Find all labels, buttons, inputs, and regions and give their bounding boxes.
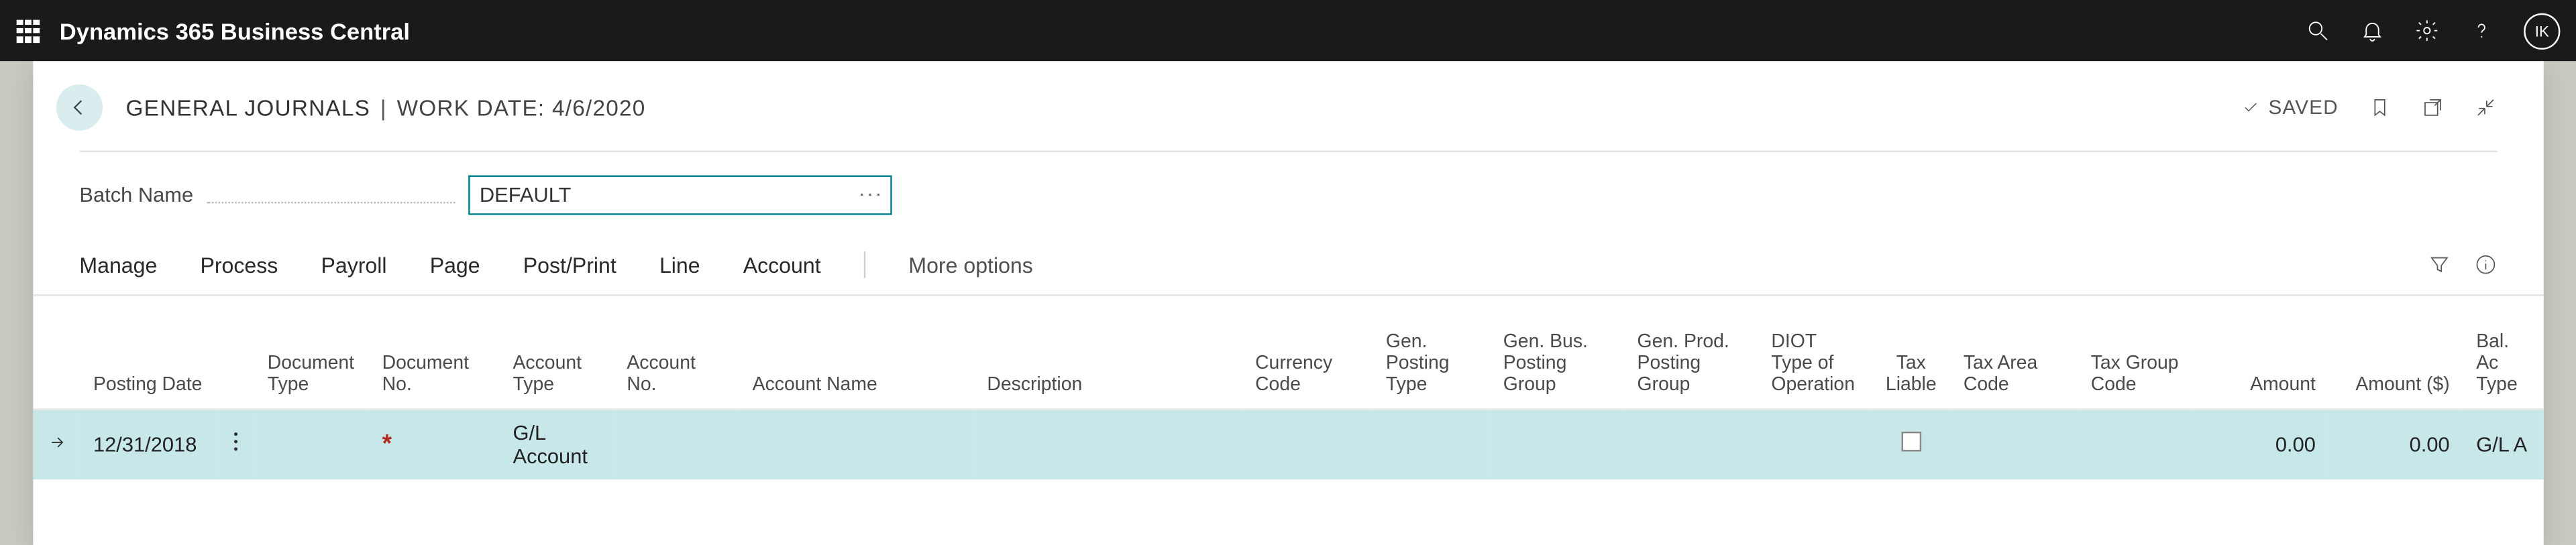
cell-account-no[interactable]	[614, 410, 739, 479]
back-button[interactable]	[56, 84, 103, 131]
info-icon[interactable]	[2474, 253, 2498, 276]
cmd-postprint[interactable]: Post/Print	[523, 252, 616, 277]
cell-amount[interactable]: 0.00	[2195, 410, 2329, 479]
breadcrumb-main: General Journals	[125, 95, 370, 120]
search-icon[interactable]	[2306, 18, 2330, 43]
cell-posting-date[interactable]: 12/31/2018	[80, 410, 217, 479]
page-card: General Journals | Work Date: 4/6/2020 S…	[33, 61, 2543, 545]
col-gen-posting-type[interactable]: Gen. Posting Type	[1373, 326, 1490, 410]
cell-amount-usd[interactable]: 0.00	[2329, 410, 2463, 479]
col-account-type[interactable]: Account Type	[500, 326, 614, 410]
check-icon	[2241, 99, 2261, 116]
grid-header-row: Posting Date Document Type Document No. …	[33, 326, 2543, 410]
col-diot-type[interactable]: DIOT Type of Operation	[1758, 326, 1872, 410]
col-bal-account-type[interactable]: Bal. Ac Type	[2463, 326, 2543, 410]
command-bar: Manage Process Payroll Page Post/Print L…	[33, 238, 2543, 296]
notification-bell-icon[interactable]	[2360, 18, 2385, 43]
required-asterisk-icon: *	[382, 430, 392, 459]
batch-input-wrap: ···	[468, 176, 892, 215]
col-currency-code[interactable]: Currency Code	[1242, 326, 1373, 410]
page-shell: General Journals | Work Date: 4/6/2020 S…	[0, 61, 2576, 545]
app-launcher-icon[interactable]	[17, 19, 40, 42]
saved-indicator: Saved	[2241, 96, 2339, 119]
col-row-indicator	[33, 326, 80, 410]
col-amount-usd[interactable]: Amount ($)	[2329, 326, 2463, 410]
collapse-icon[interactable]	[2474, 96, 2498, 119]
cell-gen-bus-posting-group[interactable]	[1490, 410, 1624, 479]
cell-document-type[interactable]	[254, 410, 369, 479]
product-title: Dynamics 365 Business Central	[60, 17, 410, 44]
cmd-account[interactable]: Account	[743, 252, 821, 277]
col-gen-prod-posting-group[interactable]: Gen. Prod. Posting Group	[1624, 326, 1758, 410]
kebab-icon	[233, 432, 238, 452]
batch-name-input[interactable]	[468, 176, 892, 215]
col-account-no[interactable]: Account No.	[614, 326, 739, 410]
col-tax-group-code[interactable]: Tax Group Code	[2078, 326, 2195, 410]
workdate-label-text: Work Date:	[397, 95, 545, 120]
filter-icon[interactable]	[2428, 253, 2451, 276]
page-header: General Journals | Work Date: 4/6/2020 S…	[33, 61, 2543, 150]
topbar-right: IK	[2306, 13, 2561, 49]
cmd-manage[interactable]: Manage	[79, 252, 157, 277]
command-bar-right	[2428, 253, 2498, 276]
row-actions-button[interactable]	[217, 410, 254, 479]
batch-dots	[207, 202, 455, 203]
batch-lookup-button[interactable]: ···	[859, 182, 883, 205]
arrow-left-icon	[68, 96, 91, 119]
col-gen-bus-posting-group[interactable]: Gen. Bus. Posting Group	[1490, 326, 1624, 410]
command-bar-left: Manage Process Payroll Page Post/Print L…	[79, 251, 1032, 278]
col-amount[interactable]: Amount	[2195, 326, 2329, 410]
cmd-process[interactable]: Process	[200, 252, 278, 277]
table-row[interactable]: 12/31/2018 * G/L Account	[33, 410, 2543, 479]
settings-gear-icon[interactable]	[2414, 18, 2439, 43]
user-avatar[interactable]: IK	[2524, 13, 2560, 49]
cmd-payroll[interactable]: Payroll	[321, 252, 386, 277]
col-posting-date[interactable]: Posting Date	[80, 326, 217, 410]
help-icon[interactable]	[2469, 18, 2494, 43]
workdate-value: 4/6/2020	[552, 95, 646, 120]
workdate-label: Work Date: 4/6/2020	[397, 95, 646, 120]
arrow-right-icon	[48, 433, 66, 451]
tax-liable-checkbox[interactable]	[1901, 432, 1921, 452]
breadcrumb: General Journals | Work Date: 4/6/2020	[125, 95, 645, 120]
journal-grid: Posting Date Document Type Document No. …	[33, 326, 2543, 479]
col-description[interactable]: Description	[974, 326, 1242, 410]
batch-name-label: Batch Name	[79, 184, 193, 207]
breadcrumb-sep: |	[380, 95, 387, 120]
cell-description[interactable]	[974, 410, 1242, 479]
cell-bal-account-type[interactable]: G/L A	[2463, 410, 2543, 479]
topbar-left: Dynamics 365 Business Central	[17, 17, 410, 44]
col-document-type[interactable]: Document Type	[254, 326, 369, 410]
cell-tax-group-code[interactable]	[2078, 410, 2195, 479]
page-header-right: Saved	[2241, 96, 2498, 119]
col-tax-liable[interactable]: Tax Liable	[1872, 326, 1950, 410]
cell-currency-code[interactable]	[1242, 410, 1373, 479]
col-document-no[interactable]: Document No.	[369, 326, 500, 410]
command-divider	[864, 251, 865, 278]
cmd-line[interactable]: Line	[659, 252, 700, 277]
col-account-name[interactable]: Account Name	[739, 326, 974, 410]
cell-account-name[interactable]	[739, 410, 974, 479]
row-current-indicator	[33, 410, 80, 479]
page-header-left: General Journals | Work Date: 4/6/2020	[56, 84, 646, 131]
cell-gen-posting-type[interactable]	[1373, 410, 1490, 479]
col-tax-area-code[interactable]: Tax Area Code	[1950, 326, 2078, 410]
cell-gen-prod-posting-group[interactable]	[1624, 410, 1758, 479]
cmd-page[interactable]: Page	[430, 252, 480, 277]
cmd-more-options[interactable]: More options	[908, 252, 1032, 277]
app-topbar: Dynamics 365 Business Central IK	[0, 0, 2576, 61]
cell-account-type[interactable]: G/L Account	[500, 410, 614, 479]
popout-icon[interactable]	[2421, 96, 2445, 119]
saved-label: Saved	[2269, 96, 2339, 119]
cell-diot-type[interactable]	[1758, 410, 1872, 479]
cell-document-no[interactable]: *	[369, 410, 500, 479]
cell-tax-liable[interactable]	[1872, 410, 1950, 479]
col-row-menu	[217, 326, 254, 410]
cell-tax-area-code[interactable]	[1950, 410, 2078, 479]
batch-name-row: Batch Name ···	[33, 152, 2543, 238]
bookmark-icon[interactable]	[2368, 96, 2392, 119]
